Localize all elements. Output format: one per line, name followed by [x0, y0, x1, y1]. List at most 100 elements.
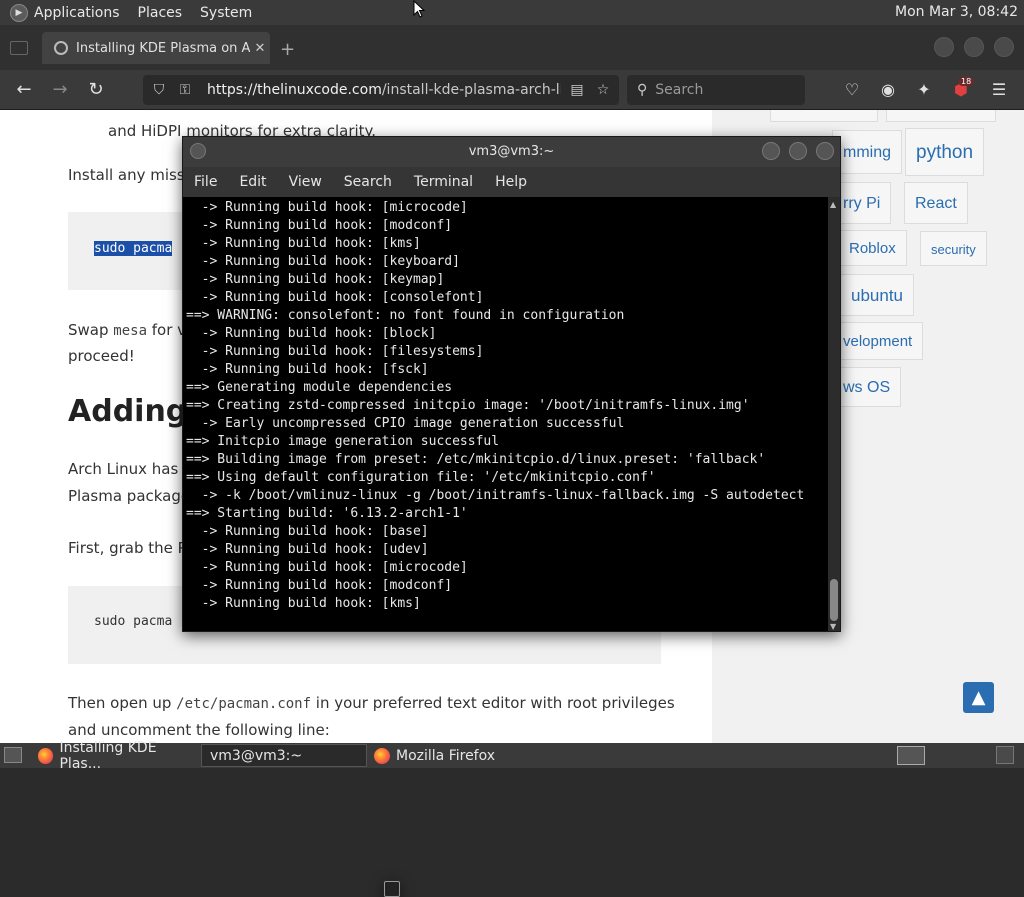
search-placeholder: Search	[655, 82, 704, 98]
terminal-line: -> Running build hook: [filesystems]	[186, 344, 484, 359]
bookmark-star-icon[interactable]: ☆	[593, 82, 613, 98]
terminal-line: -> Running build hook: [udev]	[186, 542, 429, 557]
terminal-title: vm3@vm3:~	[468, 144, 555, 159]
terminal-line: ==> Creating zstd-compressed initcpio im…	[186, 398, 750, 413]
terminal-window-controls	[762, 142, 834, 160]
terminal-line: -> Running build hook: [microcode]	[186, 200, 468, 215]
shield-icon[interactable]: ⛉	[149, 82, 169, 98]
arch-text-line2: Plasma package	[68, 487, 191, 505]
terminal-line: -> Running build hook: [keymap]	[186, 272, 445, 287]
terminal-line: ==> Generating module dependencies	[186, 380, 453, 395]
tag-python[interactable]: python	[905, 128, 985, 176]
tag-partial[interactable]	[886, 110, 996, 122]
menu-search[interactable]: Search	[344, 174, 392, 190]
workspace-switcher[interactable]	[897, 746, 925, 765]
terminal-scrollbar[interactable]: ▲ ▼	[828, 197, 840, 631]
show-desktop-icon[interactable]	[4, 747, 22, 763]
scrollbar-thumb[interactable]	[830, 579, 838, 621]
mouse-cursor-icon	[413, 0, 425, 18]
task-terminal[interactable]: vm3@vm3:~	[201, 744, 400, 897]
places-menu[interactable]: Places	[138, 5, 183, 21]
tab-installing-kde-plasma[interactable]: Installing KDE Plasma on Ar ✕	[42, 32, 270, 64]
uncomment-text: and uncomment the following line:	[68, 721, 330, 739]
menu-file[interactable]: File	[194, 174, 217, 190]
menu-help[interactable]: Help	[495, 174, 527, 190]
tag-security[interactable]: security	[920, 231, 987, 266]
search-icon: ⚲	[637, 82, 648, 98]
arch-text-line1: Arch Linux has a	[68, 460, 193, 478]
tag-web-development[interactable]: velopment	[832, 322, 924, 360]
code-line[interactable]: sudo pacma	[94, 614, 172, 629]
menu-edit[interactable]: Edit	[239, 174, 266, 190]
browser-navbar: ← → ↻ ⛉ ⚿ https://thelinuxcode.com/insta…	[0, 70, 1024, 110]
tag-roblox[interactable]: Roblox	[838, 230, 907, 266]
tag-partial[interactable]	[770, 110, 878, 122]
terminal-line: ==> Using default configuration file: '/…	[186, 470, 656, 485]
url-bar[interactable]: ⛉ ⚿ https://thelinuxcode.com/install-kde…	[143, 75, 619, 105]
tag-ubuntu[interactable]: ubuntu	[840, 274, 914, 316]
tag-windows-os[interactable]: ws OS	[832, 367, 902, 407]
tag-programming[interactable]: mming	[832, 130, 903, 174]
terminal-maximize-button[interactable]	[789, 142, 807, 160]
proceed-text: proceed!	[68, 347, 135, 365]
new-tab-button[interactable]: +	[280, 39, 295, 60]
install-missing-text: Install any missi	[68, 166, 189, 184]
then-open-text: Then open up /etc/pacman.conf in your pr…	[68, 694, 675, 712]
window-menu-icon[interactable]	[190, 143, 206, 159]
scroll-to-top-button[interactable]: ▲	[963, 682, 994, 713]
reader-view-icon[interactable]: ▤	[567, 82, 587, 98]
firefox-icon	[374, 747, 390, 764]
terminal-minimize-button[interactable]	[762, 142, 780, 160]
terminal-output[interactable]: -> Running build hook: [microcode] -> Ru…	[183, 197, 828, 631]
terminal-line: -> Running build hook: [block]	[186, 326, 437, 341]
tab-overview-icon[interactable]	[10, 41, 28, 55]
terminal-line: -> Early uncompressed CPIO image generat…	[186, 416, 625, 431]
terminal-icon	[384, 881, 400, 897]
hamburger-menu-icon[interactable]: ☰	[988, 79, 1010, 101]
swap-text: Swap mesa for v	[68, 321, 187, 339]
extensions-icon[interactable]: ✦	[913, 79, 935, 101]
extension-badge: 18	[958, 77, 975, 86]
search-input[interactable]: ⚲ Search	[627, 75, 805, 105]
applications-menu[interactable]: Applications	[34, 5, 120, 21]
account-icon[interactable]: ◉	[877, 79, 899, 101]
close-button[interactable]	[994, 37, 1014, 57]
terminal-titlebar[interactable]: vm3@vm3:~	[183, 137, 840, 167]
terminal-line: -> Running build hook: [kms]	[186, 236, 421, 251]
menu-terminal[interactable]: Terminal	[414, 174, 473, 190]
terminal-line: -> Running build hook: [fsck]	[186, 362, 429, 377]
terminal-close-button[interactable]	[816, 142, 834, 160]
menu-view[interactable]: View	[289, 174, 322, 190]
minimize-button[interactable]	[934, 37, 954, 57]
terminal-line: -> Running build hook: [keyboard]	[186, 254, 460, 269]
first-grab-text: First, grab the P	[68, 539, 187, 557]
terminal-line: ==> Initcpio image generation successful	[186, 434, 500, 449]
tag-react[interactable]: React	[904, 182, 968, 224]
terminal-line: ==> Starting build: '6.13.2-arch1-1'	[186, 506, 468, 521]
applications-logo-icon[interactable]: ▶	[10, 3, 28, 22]
tab-close-icon[interactable]: ✕	[250, 41, 270, 56]
terminal-line: -> Running build hook: [modconf]	[186, 218, 453, 233]
lock-icon[interactable]: ⚿	[175, 82, 195, 98]
terminal-line: ==> WARNING: consolefont: no font found …	[186, 308, 625, 323]
task-label: Installing KDE Plas...	[59, 739, 157, 772]
back-arrow-icon[interactable]: ←	[12, 78, 36, 102]
system-menu[interactable]: System	[200, 5, 252, 21]
reload-icon[interactable]: ↻	[84, 78, 108, 102]
task-firefox[interactable]: Mozilla Firefox	[366, 744, 536, 767]
terminal-window[interactable]: vm3@vm3:~ File Edit View Search Terminal…	[182, 136, 841, 632]
url-text[interactable]: https://thelinuxcode.com/install-kde-pla…	[207, 82, 561, 98]
scroll-up-icon[interactable]: ▲	[830, 200, 836, 209]
trash-icon[interactable]	[996, 746, 1014, 764]
terminal-line: -> Running build hook: [modconf]	[186, 578, 453, 593]
scroll-down-icon[interactable]: ▼	[830, 622, 836, 631]
clock[interactable]: Mon Mar 3, 08:42	[895, 4, 1018, 20]
section-heading: Adding	[68, 394, 188, 429]
task-browser-tab[interactable]: Installing KDE Plas...	[30, 740, 198, 772]
pocket-icon[interactable]: ♡	[841, 79, 863, 101]
code-line-selected[interactable]: sudo pacma	[94, 241, 173, 256]
terminal-menubar: File Edit View Search Terminal Help	[183, 167, 840, 197]
maximize-button[interactable]	[964, 37, 984, 57]
terminal-line: -> Running build hook: [kms]	[186, 596, 421, 611]
forward-arrow-icon[interactable]: →	[48, 78, 72, 102]
